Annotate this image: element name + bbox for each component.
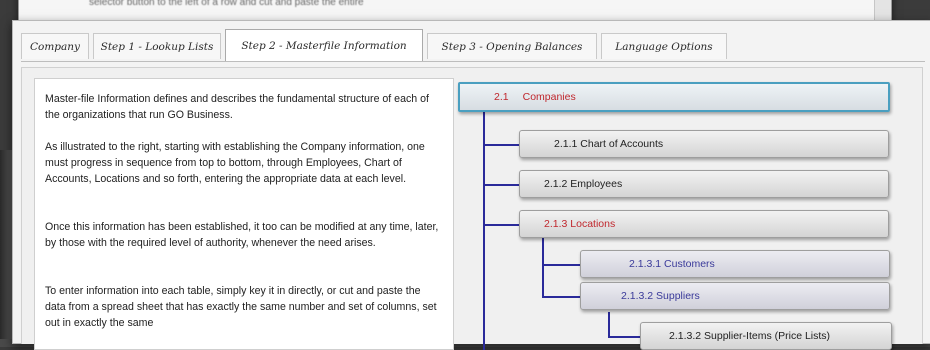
tab-step3-opening-balances[interactable]: Step 3 - Opening Balances — [427, 33, 597, 59]
tree-node-suppliers[interactable]: 2.1.3.2 Suppliers — [580, 282, 890, 310]
tree-sub-trunk-line — [542, 238, 544, 296]
tree-node-label: 2.1.1 Chart of Accounts — [554, 138, 664, 150]
tree-node-label: Companies — [522, 91, 576, 103]
tree-node-label: 2.1.3.2 Suppliers — [621, 290, 700, 302]
description-paragraph-2: As illustrated to the right, starting wi… — [45, 141, 425, 185]
tree-node-label: 2.1.3 Locations — [544, 218, 616, 230]
tab-underline — [21, 61, 925, 62]
tab-company[interactable]: Company — [21, 33, 89, 59]
description-paragraph-4: To enter information into each table, si… — [45, 285, 437, 329]
masterfile-dialog: Company Step 1 - Lookup Lists Step 2 - M… — [12, 20, 930, 350]
tree-node-number: 2.1 — [494, 91, 509, 103]
tab-language-options[interactable]: Language Options — [601, 33, 727, 59]
tab-content-panel: Master-file Information defines and desc… — [21, 67, 923, 350]
tree-node-customers[interactable]: 2.1.3.1 Customers — [580, 250, 890, 278]
tree-node-label: 2.1.3.2 Supplier-Items (Price Lists) — [669, 330, 831, 342]
tree-node-employees[interactable]: 2.1.2 Employees — [519, 170, 889, 198]
background-window-text: selector button to the left of a row and… — [89, 0, 364, 8]
tree-node-supplier-items[interactable]: 2.1.3.2 Supplier-Items (Price Lists) — [640, 322, 892, 350]
background-shadow — [0, 150, 12, 347]
tree-node-label: 2.1.3.1 Customers — [629, 258, 715, 270]
tree-node-chart-of-accounts[interactable]: 2.1.1 Chart of Accounts — [519, 130, 889, 158]
tree-node-label: 2.1.2 Employees — [544, 178, 623, 190]
tree-trunk-line — [483, 110, 485, 350]
tab-step2-masterfile-information[interactable]: Step 2 - Masterfile Information — [225, 29, 423, 61]
tree-node-companies[interactable]: 2.1 Companies — [458, 82, 890, 112]
description-panel: Master-file Information defines and desc… — [34, 78, 454, 350]
tab-strip: Company Step 1 - Lookup Lists Step 2 - M… — [21, 29, 930, 61]
tree-sub-trunk-line — [608, 312, 610, 336]
tree-node-locations[interactable]: 2.1.3 Locations — [519, 210, 889, 238]
tab-step1-lookup-lists[interactable]: Step 1 - Lookup Lists — [93, 33, 221, 59]
description-paragraph-3: Once this information has been establish… — [45, 221, 439, 249]
description-paragraph-1: Master-file Information defines and desc… — [45, 93, 429, 121]
